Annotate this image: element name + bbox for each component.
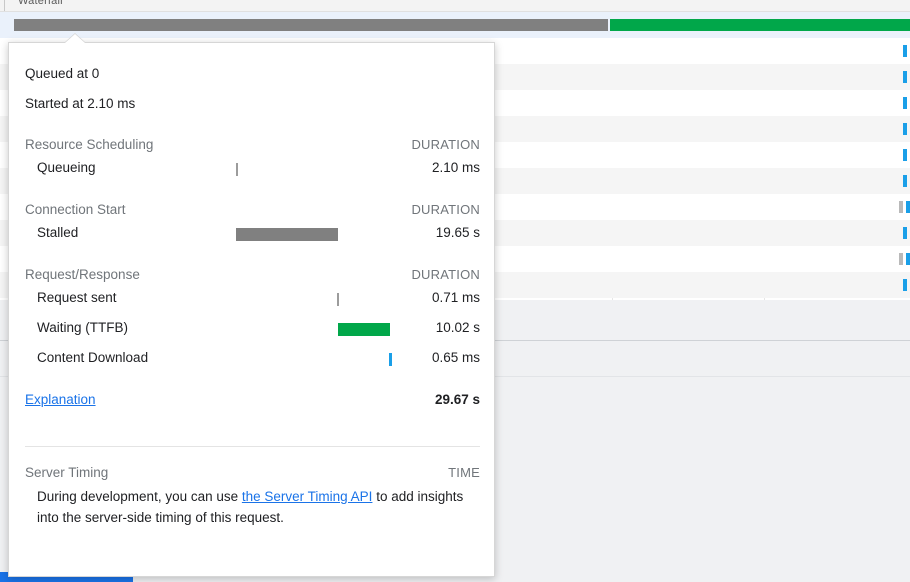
waterfall-row-selected[interactable]	[0, 12, 910, 38]
timing-row-value: 19.65 s	[435, 225, 480, 240]
tooltip-arrow-icon	[65, 34, 85, 43]
timing-row-label: Stalled	[37, 225, 79, 240]
request-timing-tooltip: Queued at 0 Started at 2.10 ms Resource …	[8, 34, 495, 577]
timing-bar-blue[interactable]	[903, 97, 907, 109]
timing-bar-blue[interactable]	[903, 175, 907, 187]
timing-bar-blue[interactable]	[903, 45, 907, 57]
timing-row-label: Waiting (TTFB)	[37, 320, 128, 335]
timing-row-bar	[389, 353, 392, 366]
timing-row-label: Queueing	[37, 160, 96, 175]
timing-row-bar	[236, 228, 338, 241]
timing-row-bar	[338, 323, 390, 336]
panel-header-strip: Waterfall	[0, 0, 910, 12]
server-timing-api-link[interactable]: the Server Timing API	[242, 489, 373, 504]
timing-row: Request sent 0.71 ms	[25, 284, 480, 314]
timing-section-unit-header: DURATION	[411, 267, 480, 282]
timing-sections: Resource Scheduling DURATION Queueing 2.10 …	[25, 137, 480, 374]
timing-bar-blue[interactable]	[903, 227, 907, 239]
timing-row-value: 0.65 ms	[431, 350, 480, 365]
timing-bar-blue[interactable]	[903, 123, 907, 135]
timing-bar-blue[interactable]	[906, 253, 910, 265]
queued-at-text: Queued at 0	[25, 66, 100, 81]
timing-bar-blue[interactable]	[903, 279, 907, 291]
timing-section-header: Connection Start DURATION	[25, 202, 480, 217]
server-timing-note: During development, you can use the Serv…	[37, 486, 472, 528]
network-waterfall-panel: Waterfall Queued at 0 Started at 2.10 ms…	[0, 0, 910, 582]
timing-bar-gray[interactable]	[14, 19, 608, 31]
timing-bar-blue[interactable]	[903, 149, 907, 161]
timing-row-value: 0.71 ms	[431, 290, 480, 305]
total-duration-value: 29.67 s	[434, 392, 480, 407]
timing-row-value: 10.02 s	[435, 320, 480, 335]
timing-section-name: Resource Scheduling	[25, 137, 154, 152]
timing-row: Stalled 19.65 s	[25, 219, 480, 249]
timing-bar-green[interactable]	[610, 19, 910, 31]
tooltip-divider	[25, 446, 480, 447]
timing-row-label: Request sent	[37, 290, 117, 305]
server-timing-section-header: Server Timing TIME	[25, 465, 480, 480]
timing-row-label: Content Download	[37, 350, 149, 365]
server-timing-label: Server Timing	[25, 465, 109, 480]
timing-section-header: Resource Scheduling DURATION	[25, 137, 480, 152]
timing-bar-lgray[interactable]	[899, 201, 903, 213]
column-resize-handle[interactable]	[4, 0, 5, 11]
waterfall-column-header[interactable]: Waterfall	[18, 0, 63, 7]
server-timing-unit-header: TIME	[448, 465, 480, 480]
timing-row: Queueing 2.10 ms	[25, 154, 480, 184]
started-at-text: Started at 2.10 ms	[25, 96, 136, 111]
timing-row-bar	[337, 293, 339, 306]
timing-row: Waiting (TTFB) 10.02 s	[25, 314, 480, 344]
timing-bar-lgray[interactable]	[899, 253, 903, 265]
timing-row-value: 2.10 ms	[431, 160, 480, 175]
timing-section-unit-header: DURATION	[411, 137, 480, 152]
timing-section-unit-header: DURATION	[411, 202, 480, 217]
timing-row: Content Download 0.65 ms	[25, 344, 480, 374]
timing-section-header: Request/Response DURATION	[25, 267, 480, 282]
explanation-link[interactable]: Explanation	[25, 392, 96, 407]
server-timing-note-before: During development, you can use	[37, 489, 242, 504]
timing-section-name: Request/Response	[25, 267, 140, 282]
timing-bar-blue[interactable]	[903, 71, 907, 83]
timing-bar-blue[interactable]	[906, 201, 910, 213]
timing-row-bar	[236, 163, 238, 176]
total-row: Explanation 29.67 s	[25, 388, 480, 420]
timing-section-name: Connection Start	[25, 202, 126, 217]
